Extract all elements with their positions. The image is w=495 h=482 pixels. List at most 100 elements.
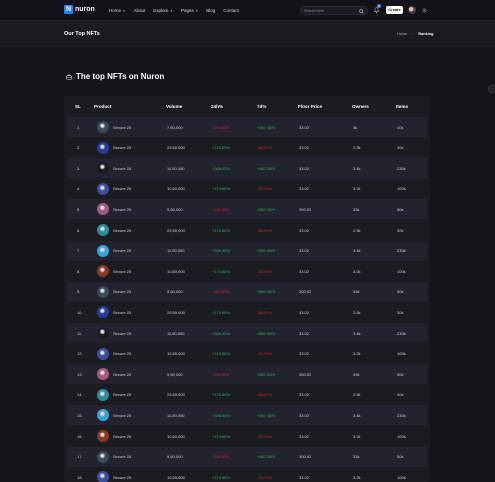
- table-row[interactable]: 12. Secure 25 10,50,000 +174.86% -33.70% 33.0…: [67, 344, 427, 364]
- nft-thumbnail[interactable]: [97, 368, 109, 381]
- cell-product[interactable]: Secure 25: [113, 413, 131, 418]
- cell-floor-price: 33.02: [299, 186, 310, 192]
- table-row[interactable]: 16. Secure 25 10,50,000 +174.86% -33.70% 33.0…: [67, 426, 427, 446]
- nft-thumbnail[interactable]: [97, 471, 109, 482]
- table-row[interactable]: 11. Secure 25 11,50,000 +346.45% +867.08% 33.…: [67, 323, 427, 343]
- nav-item-contact[interactable]: Contact: [223, 8, 239, 13]
- table-row[interactable]: 4. Secure 25 10,50,000 +174.86% -33.70% 33.02…: [67, 179, 427, 199]
- cell-product[interactable]: Secure 25: [113, 310, 131, 315]
- cell-product[interactable]: Secure 25: [113, 475, 131, 480]
- table-row[interactable]: 15. Secure 25 11,50,000 +346.45% +867.08% 33.…: [67, 405, 427, 426]
- cell-7d: -33.70%: [257, 351, 272, 357]
- cell-7d: -86.07%: [257, 145, 272, 151]
- cell-sl: 12.: [77, 351, 83, 357]
- nav-label: Blog: [206, 8, 216, 13]
- nft-thumbnail[interactable]: [97, 450, 109, 463]
- table-row[interactable]: 2. Secure 25 29,50,000 +174.65% -86.07% 33.02…: [67, 138, 427, 158]
- nft-thumbnail[interactable]: [97, 141, 109, 154]
- table-row[interactable]: 9. Secure 25 9,50,000 -245.06% +867.08% 300.0…: [67, 281, 427, 302]
- cell-owners: 3.2k: [353, 186, 361, 192]
- nft-thumbnail[interactable]: [97, 224, 109, 236]
- table-row[interactable]: 1. Secure 25 7,50,000 -174.86% +867.08% 33.02…: [67, 117, 427, 137]
- cell-product[interactable]: Secure 25: [113, 207, 131, 212]
- cell-product[interactable]: Secure 25: [113, 269, 131, 274]
- cell-7d: -86.07%: [257, 392, 272, 398]
- settings-icon[interactable]: [422, 8, 427, 13]
- create-button[interactable]: Create: [386, 6, 403, 14]
- nav-item-pages[interactable]: Pages ▼: [181, 8, 198, 13]
- table-row[interactable]: 3. Secure 25 11,50,000 +346.45% +867.08% 33.0…: [67, 158, 427, 179]
- briefcase-icon: [66, 74, 72, 80]
- cell-product[interactable]: Secure 25: [113, 392, 131, 397]
- cell-24h: -245.06%: [212, 454, 230, 460]
- nft-thumbnail[interactable]: [97, 327, 109, 339]
- search-icon[interactable]: [359, 8, 364, 14]
- scroll-arrow-icon[interactable]: ‹: [488, 85, 495, 93]
- table-row[interactable]: 6. Secure 25 29,50,000 +174.65% -86.07% 33.02…: [67, 220, 427, 240]
- table-row[interactable]: 17. Secure 25 9,50,000 -245.06% +867.08% 300.…: [67, 446, 427, 467]
- cell-product[interactable]: Secure 25: [113, 228, 131, 233]
- table-row[interactable]: 14. Secure 25 29,50,000 +174.65% -86.07% 33.0…: [67, 385, 427, 405]
- cell-owners: 3.4k: [353, 330, 361, 336]
- table-row[interactable]: 10. Secure 25 29,50,000 +174.65% -86.07% 33.0…: [67, 302, 427, 322]
- column-header-owners: Owners: [352, 104, 369, 109]
- nft-thumbnail[interactable]: [97, 203, 109, 216]
- cell-floor-price: 33.02: [299, 227, 310, 233]
- table-row[interactable]: 18. Secure 25 10,50,000 +174.86% -33.70% 33.0…: [67, 467, 427, 482]
- cell-product[interactable]: Secure 25: [113, 289, 131, 294]
- nft-thumbnail[interactable]: [97, 162, 109, 175]
- cell-items: 50k: [397, 371, 404, 377]
- nft-thumbnail[interactable]: [97, 306, 109, 319]
- cell-product[interactable]: Secure 25: [113, 248, 131, 253]
- cell-product[interactable]: Secure 25: [113, 434, 131, 439]
- cell-items: 30k: [397, 309, 404, 315]
- cell-product[interactable]: Secure 25: [113, 372, 131, 377]
- page-title: Our Top NFTs: [64, 31, 100, 37]
- nft-thumbnail[interactable]: [97, 430, 109, 442]
- cell-floor-price: 300.02: [299, 206, 312, 212]
- cell-items: 230k: [397, 330, 406, 336]
- nft-thumbnail[interactable]: [97, 285, 109, 298]
- cell-floor-price: 33.02: [299, 268, 310, 274]
- cell-product[interactable]: Secure 25: [113, 331, 131, 336]
- nft-thumbnail[interactable]: [97, 265, 109, 278]
- nft-thumbnail[interactable]: [97, 182, 109, 195]
- avatar[interactable]: [408, 6, 416, 14]
- cell-owners: 33k: [353, 206, 360, 212]
- cell-product[interactable]: Secure 25: [113, 166, 131, 171]
- breadcrumb-home-link[interactable]: Home: [397, 32, 407, 36]
- table-row[interactable]: 7. Secure 25 11,50,000 +346.45% +867.08% 33.0…: [67, 240, 427, 261]
- nft-thumbnail[interactable]: [97, 244, 109, 257]
- nav-item-blog[interactable]: Blog: [206, 8, 215, 13]
- table-row[interactable]: 13. Secure 25 9,50,000 -245.06% +867.08% 300.…: [67, 364, 427, 385]
- cell-items: 100k: [397, 474, 406, 480]
- cell-7d: -33.70%: [257, 474, 272, 480]
- cell-7d: +867.08%: [257, 165, 276, 171]
- table-row[interactable]: 5. Secure 25 9,50,000 -245.06% +867.08% 300.0…: [67, 199, 427, 220]
- logo[interactable]: N nuron: [64, 5, 95, 14]
- cell-product[interactable]: Secure 25: [113, 186, 131, 191]
- nav-item-about[interactable]: About: [134, 8, 146, 13]
- nft-thumbnail[interactable]: [97, 388, 109, 401]
- cell-sl: 4.: [77, 186, 81, 192]
- nav-item-explore[interactable]: Explore ▼: [153, 8, 173, 13]
- table-row[interactable]: 8. Secure 25 10,50,000 +174.86% -33.70% 33.02…: [67, 261, 427, 281]
- cell-24h: +174.65%: [212, 309, 231, 315]
- nft-thumbnail[interactable]: [97, 121, 109, 133]
- nft-thumbnail[interactable]: [97, 347, 109, 360]
- cell-product[interactable]: Secure 25: [113, 351, 131, 356]
- cell-items: 100k: [397, 186, 406, 192]
- nft-thumbnail[interactable]: [97, 409, 109, 422]
- cell-product[interactable]: Secure 25: [113, 125, 131, 130]
- cell-product[interactable]: Secure 25: [113, 145, 131, 150]
- cell-sl: 9.: [77, 289, 81, 295]
- cell-volume: 10,50,000: [167, 186, 185, 192]
- cell-product[interactable]: Secure 25: [113, 454, 131, 459]
- cell-owners: 3.4k: [353, 165, 361, 171]
- cell-sl: 2.: [77, 145, 81, 151]
- nav-item-home[interactable]: Home ▼: [109, 8, 126, 13]
- cell-items: 100k: [397, 351, 406, 357]
- cell-7d: +867.08%: [257, 206, 276, 212]
- search-input[interactable]: [304, 7, 356, 15]
- cell-items: 30k: [397, 227, 404, 233]
